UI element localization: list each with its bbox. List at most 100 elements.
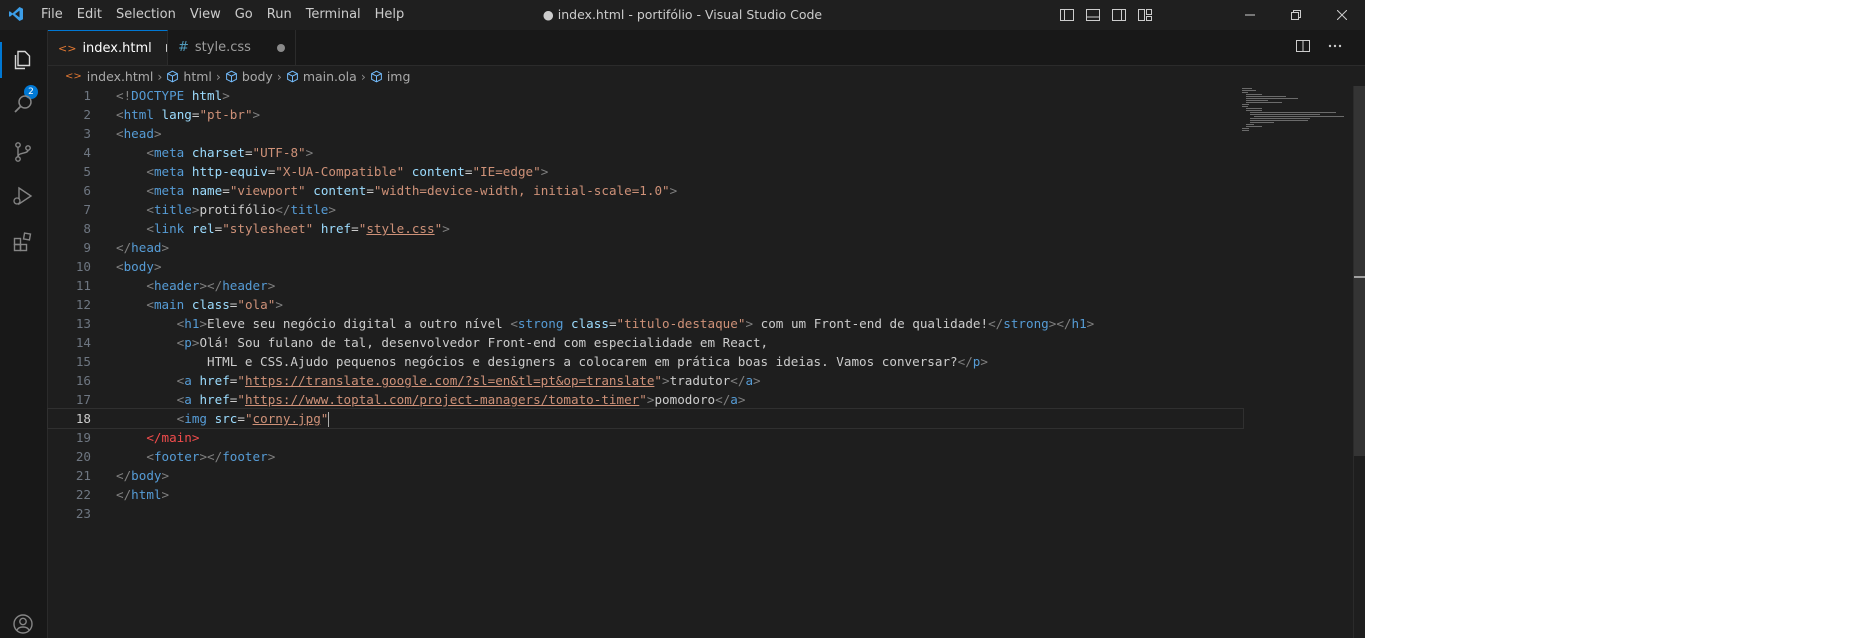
- code-line[interactable]: 16 <a href="https://translate.google.com…: [48, 371, 1243, 390]
- breadcrumb-item-file[interactable]: <> index.html: [65, 69, 153, 84]
- vertical-scrollbar[interactable]: [1353, 86, 1365, 638]
- menu-terminal[interactable]: Terminal: [299, 0, 368, 30]
- code-line[interactable]: 20 <footer></footer>: [48, 447, 1243, 466]
- code-token: =: [608, 316, 617, 331]
- code-token: HTML e CSS.Ajudo pequenos negócios e des…: [116, 354, 958, 369]
- breadcrumb-item-img[interactable]: img: [370, 69, 410, 84]
- symbol-element-icon: [286, 70, 298, 82]
- code-token: meta: [153, 164, 185, 179]
- code-token: "ola": [237, 297, 276, 312]
- menu-selection[interactable]: Selection: [109, 0, 183, 30]
- code-line[interactable]: 21 </body>: [48, 466, 1243, 485]
- tab-style-css[interactable]: # style.css: [168, 30, 296, 65]
- code-line[interactable]: 5 <meta http-equiv="X-UA-Compatible" con…: [48, 162, 1243, 181]
- code-token: class: [571, 316, 609, 331]
- toggle-panel-icon[interactable]: [1085, 7, 1101, 23]
- code-line[interactable]: 23: [48, 504, 1243, 523]
- code-token: >: [275, 297, 283, 312]
- source-control-icon[interactable]: [9, 138, 37, 166]
- modified-dot-icon[interactable]: [165, 44, 167, 52]
- toggle-secondary-sidebar-icon[interactable]: [1111, 7, 1127, 23]
- run-debug-icon[interactable]: [9, 182, 37, 210]
- code-line[interactable]: 4 <meta charset="UTF-8">: [48, 143, 1243, 162]
- menu-view[interactable]: View: [183, 0, 228, 30]
- code-token: class: [191, 297, 230, 312]
- code-token: strong: [1003, 316, 1049, 331]
- vscode-logo-icon[interactable]: [8, 6, 24, 26]
- menu-run[interactable]: Run: [260, 0, 299, 30]
- code-token: Olá! Sou fulano de tal, desenvolvedor Fr…: [199, 335, 769, 350]
- chevron-right-icon: ›: [360, 68, 366, 84]
- code-token: href: [320, 221, 352, 236]
- code-line[interactable]: 22 </html>: [48, 485, 1243, 504]
- code-token: pomodoro: [654, 392, 716, 407]
- code-token: </: [988, 316, 1004, 331]
- code-token: >: [745, 316, 754, 331]
- code-line[interactable]: 3 <head>: [48, 124, 1243, 143]
- code-line[interactable]: 7 <title>protifólio</title>: [48, 200, 1243, 219]
- code-line[interactable]: 13 <h1>Eleve seu negócio digital a outro…: [48, 314, 1243, 333]
- breadcrumb-item-body[interactable]: body: [225, 69, 273, 84]
- scrollbar-thumb[interactable]: [1354, 86, 1365, 456]
- chevron-right-icon: ›: [157, 68, 163, 84]
- editor-tab-bar: <> index.html # style.css: [48, 30, 1365, 66]
- minimap[interactable]: [1242, 86, 1352, 146]
- code-text: <meta http-equiv="X-UA-Compatible" conte…: [116, 162, 548, 181]
- code-token: a: [745, 373, 754, 388]
- code-line[interactable]: 9 </head>: [48, 238, 1243, 257]
- code-line[interactable]: 11 <header></header>: [48, 276, 1243, 295]
- breadcrumb-item-main[interactable]: main.ola: [286, 69, 357, 84]
- menu-file[interactable]: File: [34, 0, 70, 30]
- account-icon[interactable]: [9, 610, 37, 638]
- customize-layout-icon[interactable]: [1137, 7, 1153, 23]
- tab-index-html[interactable]: <> index.html: [48, 30, 168, 65]
- menu-help[interactable]: Help: [368, 0, 412, 30]
- line-number: 8: [83, 221, 91, 236]
- menu-edit[interactable]: Edit: [70, 0, 109, 30]
- code-line[interactable]: 10 <body>: [48, 257, 1243, 276]
- code-line[interactable]: 8 <link rel="stylesheet" href="style.css…: [48, 219, 1243, 238]
- code-line[interactable]: 14 <p>Olá! Sou fulano de tal, desenvolve…: [48, 333, 1243, 352]
- minimize-icon[interactable]: [1227, 0, 1273, 30]
- cursor-position-marker: [1354, 276, 1365, 278]
- code-token: </: [730, 373, 746, 388]
- code-editor[interactable]: 1 <!DOCTYPE html> 2 <html lang="pt-br"> 3 <he…: [47, 86, 1244, 523]
- code-line[interactable]: 19 </main>: [48, 428, 1243, 447]
- code-token: >: [669, 183, 678, 198]
- code-token: header: [153, 278, 200, 293]
- chevron-right-icon: ›: [276, 68, 282, 84]
- breadcrumb-item-html[interactable]: html: [166, 69, 212, 84]
- code-line[interactable]: 2 <html lang="pt-br">: [48, 105, 1243, 124]
- code-token: >: [753, 373, 761, 388]
- code-token: <: [146, 145, 154, 160]
- extensions-icon[interactable]: [9, 228, 37, 256]
- menu-go[interactable]: Go: [228, 0, 260, 30]
- code-token: content: [411, 164, 465, 179]
- code-line[interactable]: 6 <meta name="viewport" content="width=d…: [48, 181, 1243, 200]
- code-line[interactable]: 17 <a href="https://www.toptal.com/proje…: [48, 390, 1243, 409]
- restore-icon[interactable]: [1273, 0, 1319, 30]
- split-editor-icon[interactable]: [1295, 38, 1311, 58]
- code-line[interactable]: 12 <main class="ola">: [48, 295, 1243, 314]
- line-number: 23: [75, 506, 91, 521]
- search-icon[interactable]: [9, 90, 37, 118]
- toggle-primary-sidebar-icon[interactable]: [1059, 7, 1075, 23]
- code-token: <: [146, 278, 154, 293]
- code-token: </: [116, 468, 132, 483]
- code-line[interactable]: 15 HTML e CSS.Ajudo pequenos negócios e …: [48, 352, 1243, 371]
- code-token: charset: [191, 145, 245, 160]
- more-actions-icon[interactable]: [1327, 38, 1343, 58]
- layout-controls: [1059, 7, 1153, 23]
- activity-bar: 2: [0, 30, 48, 638]
- code-line[interactable]: 18 <img src="corny.jpg": [47, 408, 1244, 429]
- code-token: Eleve seu negócio digital a outro nível: [207, 316, 511, 331]
- close-icon[interactable]: [1319, 0, 1365, 30]
- explorer-icon[interactable]: [9, 46, 37, 74]
- code-text: HTML e CSS.Ajudo pequenos negócios e des…: [116, 352, 988, 371]
- code-token: >: [222, 88, 230, 103]
- modified-dot-icon[interactable]: [276, 43, 285, 52]
- code-token: >: [153, 126, 162, 141]
- code-token: <: [146, 183, 154, 198]
- vscode-window: File Edit Selection View Go Run Terminal…: [0, 0, 1365, 638]
- code-line[interactable]: 1 <!DOCTYPE html>: [48, 86, 1243, 105]
